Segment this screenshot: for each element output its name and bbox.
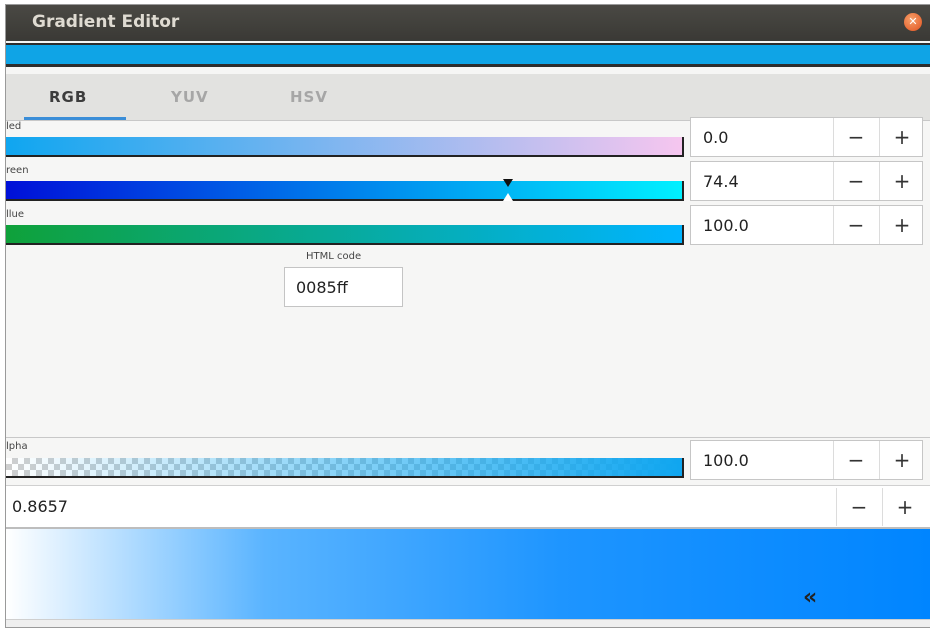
green-increment-button[interactable]: + [879,162,924,200]
alpha-gradient-fill [6,458,682,476]
title-bar[interactable]: Gradient Editor ✕ [6,5,930,41]
green-label: reen [6,165,29,176]
green-value: 74.4 [703,172,739,191]
active-tab-indicator [24,117,126,120]
tab-rgb[interactable]: RGB [49,88,87,106]
red-increment-button[interactable]: + [879,118,924,156]
red-value-field[interactable]: 0.0 − + [690,117,923,157]
gradient-editor-window: Gradient Editor ✕ RGB YUV HSV led 0.0 − … [5,4,930,628]
alpha-value: 100.0 [703,451,749,470]
stop-position-field[interactable]: 0.8657 − + [6,485,930,529]
green-decrement-button[interactable]: − [833,162,878,200]
red-value: 0.0 [703,128,729,147]
thumb-bottom-marker [503,193,513,201]
position-increment-button[interactable]: + [882,488,927,526]
html-code-label: HTML code [306,251,362,262]
tab-yuv[interactable]: YUV [171,88,209,106]
alpha-value-field[interactable]: 100.0 − + [690,440,923,480]
green-value-field[interactable]: 74.4 − + [690,161,923,201]
green-slider-thumb[interactable] [503,179,517,205]
section-divider [6,437,930,438]
blue-decrement-button[interactable]: − [833,206,878,244]
red-label: led [6,121,22,132]
alpha-slider[interactable] [6,458,684,478]
alpha-decrement-button[interactable]: − [833,441,878,479]
blue-increment-button[interactable]: + [879,206,924,244]
position-decrement-button[interactable]: − [836,488,881,526]
gradient-stop-marker-icon[interactable]: « [803,585,817,610]
red-slider[interactable] [6,137,684,157]
green-slider[interactable] [6,179,684,201]
blue-value-field[interactable]: 100.0 − + [690,205,923,245]
gradient-preview[interactable] [6,527,930,621]
alpha-increment-button[interactable]: + [879,441,924,479]
alpha-label: lpha [6,441,28,452]
color-model-tabs: RGB YUV HSV [6,74,930,121]
stop-position-value: 0.8657 [12,497,68,516]
red-decrement-button[interactable]: − [833,118,878,156]
blue-label: llue [6,209,25,220]
blue-slider[interactable] [6,225,684,245]
blue-value: 100.0 [703,216,749,235]
window-title: Gradient Editor [32,12,180,32]
html-code-input[interactable]: 0085ff [284,267,403,307]
color-preview-strip [6,43,930,67]
html-code-value: 0085ff [296,278,348,297]
thumb-top-marker [503,179,513,187]
close-icon[interactable]: ✕ [904,13,922,31]
tab-hsv[interactable]: HSV [290,88,328,106]
